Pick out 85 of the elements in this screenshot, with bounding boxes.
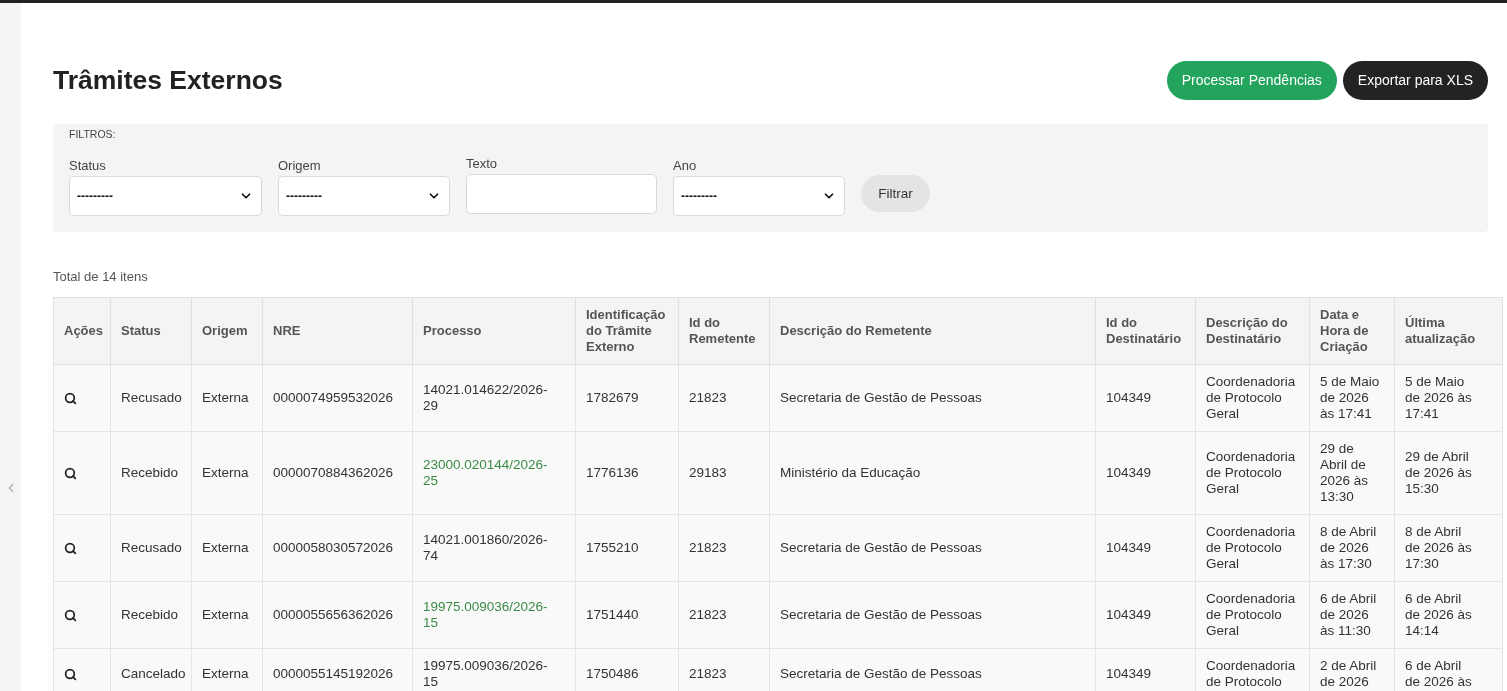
column-header: Última atualização [1394,297,1503,365]
table-cell: 21823 [678,364,770,432]
table-cell: 104349 [1095,648,1196,691]
column-header: Identificação do Trâmite Externo [575,297,679,365]
column-header: Ações [53,297,111,365]
column-header: Descrição do Destinatário [1195,297,1310,365]
search-icon[interactable] [64,541,77,555]
table-cell: 8 de Abril de 2026 às 17:30 [1394,514,1503,582]
text-input-field[interactable] [466,174,657,214]
table-cell: Externa [191,648,263,691]
table-cell: Recusado [110,514,192,582]
column-header: Descrição do Remetente [769,297,1096,365]
table-cell: 6 de Abril de 2026 às 14:14 [1394,581,1503,649]
table-cell: 19975.009036/2026-15 [412,648,576,691]
process-link[interactable]: 23000.020144/2026-25 [423,457,555,489]
column-header: Id do Destinatário [1095,297,1196,365]
search-icon[interactable] [64,466,77,480]
table-cell: 104349 [1095,364,1196,432]
table-cell: 5 de Maio de 2026 às 17:41 [1309,364,1395,432]
table-cell: 8 de Abril de 2026 às 17:30 [1309,514,1395,582]
table-cell: 104349 [1095,514,1196,582]
filter-legend: FILTROS: [69,128,116,140]
table-cell: 2 de Abril de 2026 [1309,648,1395,691]
search-icon[interactable] [64,391,77,405]
table-cell: Secretaria de Gestão de Pessoas [769,648,1096,691]
column-header: Processo [412,297,576,365]
table-cell: 0000055656362026 [262,581,413,649]
table-cell: Cancelado [110,648,192,691]
table-cell: 21823 [678,581,770,649]
table-cell: 21823 [678,648,770,691]
search-icon[interactable] [64,667,77,681]
table-cell: 14021.001860/2026-74 [412,514,576,582]
column-header: NRE [262,297,413,365]
table-cell: Secretaria de Gestão de Pessoas [769,514,1096,582]
table-cell: 21823 [678,514,770,582]
field-label: Origem [278,158,321,174]
export-button[interactable]: Exportar para XLS [1342,60,1488,100]
table-cell: Coordenadoria de Protocolo [1195,648,1310,691]
table-cell: Recusado [110,364,192,432]
table-cell: Recebido [110,581,192,649]
table-cell: Externa [191,514,263,582]
table-cell: 0000058030572026 [262,514,413,582]
filter-button[interactable]: Filtrar [861,175,930,212]
process-link[interactable]: 19975.009036/2026-15 [423,599,555,631]
table-cell: Coordenadoria de Protocolo Geral [1195,431,1310,515]
column-header: Status [110,297,192,365]
table-cell: Externa [191,364,263,432]
table-cell: Ministério da Educação [769,431,1096,515]
table-cell: Secretaria de Gestão de Pessoas [769,364,1096,432]
table-cell: Coordenadoria de Protocolo Geral [1195,364,1310,432]
search-icon[interactable] [64,608,77,622]
table-cell: Coordenadoria de Protocolo Geral [1195,581,1310,649]
table-cell: 1750486 [575,648,679,691]
table-cell: 29 de Abril de 2026 às 13:30 [1309,431,1395,515]
dropdown-field[interactable]: --------- [278,176,450,216]
page-title: Trâmites Externos [53,64,283,96]
table-cell: Coordenadoria de Protocolo Geral [1195,514,1310,582]
table-cell: Externa [191,431,263,515]
field-label: Status [69,158,106,174]
table-cell: Secretaria de Gestão de Pessoas [769,581,1096,649]
field-label: Texto [466,156,498,172]
table-cell: Recebido [110,431,192,515]
dropdown-field[interactable]: --------- [69,176,262,216]
table-cell: 0000055145192026 [262,648,413,691]
column-header: Data e Hora de Criação [1309,297,1395,365]
table-cell: 104349 [1095,431,1196,515]
column-header: Id do Remetente [678,297,770,365]
table-cell: 14021.014622/2026-29 [412,364,576,432]
table-cell: 1751440 [575,581,679,649]
table-cell: 6 de Abril de 2026 às [1394,648,1503,691]
table-cell: 1782679 [575,364,679,432]
table-cell: 5 de Maio de 2026 às 17:41 [1394,364,1503,432]
table-cell: 0000070884362026 [262,431,413,515]
item-count: Total de 14 itens [53,270,148,284]
table-cell: Externa [191,581,263,649]
dropdown-field[interactable]: --------- [673,176,845,216]
table-cell: 1755210 [575,514,679,582]
table-cell: 1776136 [575,431,679,515]
table-cell: 0000074959532026 [262,364,413,432]
table-cell: 104349 [1095,581,1196,649]
field-label: Ano [673,158,697,174]
table-cell: 29183 [678,431,770,515]
table-cell: 29 de Abril de 2026 às 15:30 [1394,431,1503,515]
column-header: Origem [191,297,263,365]
table-cell: 6 de Abril de 2026 às 11:30 [1309,581,1395,649]
